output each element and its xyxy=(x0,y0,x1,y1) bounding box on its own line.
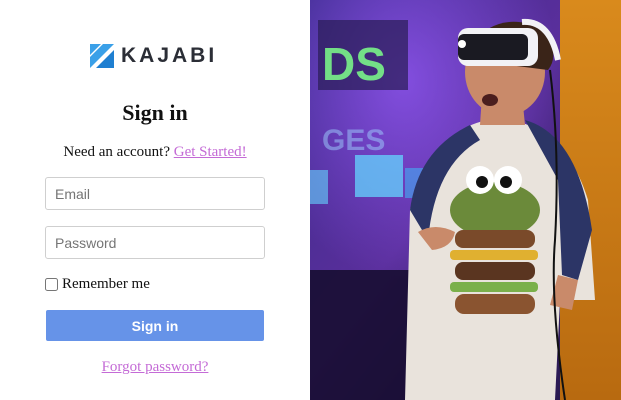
remember-me-checkbox[interactable] xyxy=(45,277,58,291)
signup-prompt: Need an account? Get Started! xyxy=(0,143,310,161)
login-page: KAJABI Sign in Need an account? Get Star… xyxy=(0,0,621,400)
remember-me-label: Remember me xyxy=(62,276,150,292)
signup-prompt-text: Need an account? xyxy=(63,144,170,160)
hero-image-illustration: DS GES xyxy=(310,0,621,400)
password-field[interactable] xyxy=(45,226,265,259)
sign-in-button[interactable]: Sign in xyxy=(46,310,264,341)
hero-image: DS GES xyxy=(310,0,621,400)
get-started-link[interactable]: Get Started! xyxy=(174,144,247,160)
kajabi-logo-icon xyxy=(90,44,114,68)
page-title: Sign in xyxy=(122,100,188,125)
email-field[interactable] xyxy=(45,177,265,210)
svg-text:GES: GES xyxy=(322,124,385,157)
forgot-password-link[interactable]: Forgot password? xyxy=(102,359,209,375)
svg-text:DS: DS xyxy=(322,38,386,90)
kajabi-logo[interactable]: KAJABI xyxy=(90,44,224,68)
remember-me[interactable]: Remember me xyxy=(45,275,150,293)
kajabi-logo-text: KAJABI xyxy=(121,44,218,67)
forgot-password-container: Forgot password? xyxy=(0,358,310,376)
signin-panel: KAJABI Sign in Need an account? Get Star… xyxy=(0,0,310,400)
